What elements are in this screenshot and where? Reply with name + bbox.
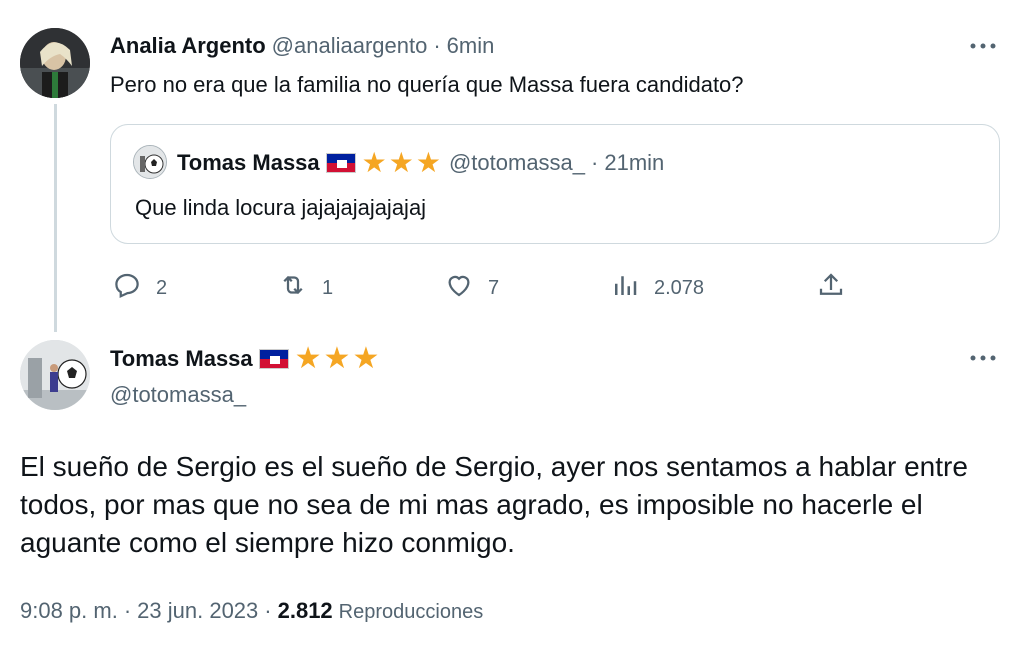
analytics-icon bbox=[610, 270, 640, 306]
main-tweet-text: El sueño de Sergio es el sueño de Sergio… bbox=[20, 451, 968, 558]
main-author-handle[interactable]: @totomassa_ bbox=[110, 382, 246, 408]
retweet-icon bbox=[278, 270, 308, 306]
reply-timestamp[interactable]: 6min bbox=[447, 33, 495, 59]
views-button[interactable]: 2.078 bbox=[610, 270, 704, 306]
haiti-flag-icon bbox=[258, 349, 289, 369]
quoted-author-avatar bbox=[133, 145, 167, 179]
tweet-date[interactable]: 23 jun. 2023 bbox=[137, 598, 258, 624]
share-icon bbox=[816, 270, 846, 306]
like-button[interactable]: 7 bbox=[444, 270, 499, 306]
reply-tweet-text: Pero no era que la familia no quería que… bbox=[110, 72, 744, 97]
haiti-flag-icon bbox=[325, 153, 356, 173]
reply-count: 2 bbox=[156, 276, 168, 299]
more-options-icon[interactable] bbox=[968, 30, 998, 58]
reply-author-name[interactable]: Analia Argento bbox=[110, 33, 266, 59]
like-count: 7 bbox=[488, 276, 500, 299]
views-label: Reproducciones bbox=[338, 601, 484, 623]
reply-separator: · bbox=[433, 33, 441, 58]
views-count: 2.078 bbox=[654, 276, 705, 299]
heart-icon bbox=[444, 270, 474, 306]
reply-tweet-header: Analia Argento @analiaargento · 6min bbox=[110, 33, 494, 59]
quoted-tweet-header: Tomas Massa ★★★ @totomassa_ · 21min bbox=[177, 149, 664, 177]
quoted-separator: · bbox=[591, 150, 599, 175]
meta-separator: · bbox=[264, 598, 272, 623]
tweet-time[interactable]: 9:08 p. m. bbox=[20, 598, 118, 624]
reply-button[interactable]: 2 bbox=[112, 270, 167, 306]
main-tweet-header: Tomas Massa ★★★ bbox=[110, 344, 381, 374]
thread-connector-line bbox=[54, 104, 57, 332]
retweet-count: 1 bbox=[322, 276, 334, 299]
more-options-icon[interactable] bbox=[968, 342, 998, 370]
quoted-tweet-card[interactable]: Tomas Massa ★★★ @totomassa_ · 21min Que … bbox=[110, 124, 1000, 244]
quoted-author-name: Tomas Massa bbox=[177, 150, 320, 175]
tweet-metadata: 9:08 p. m. · 23 jun. 2023 · 2.812 Reprod… bbox=[20, 598, 483, 624]
reply-icon bbox=[112, 270, 142, 306]
share-button[interactable] bbox=[816, 270, 846, 306]
quoted-tweet-text: Que linda locura jajajajajajajaj bbox=[135, 195, 427, 220]
main-author-name[interactable]: Tomas Massa bbox=[110, 346, 253, 372]
meta-separator: · bbox=[123, 598, 132, 623]
reply-author-handle[interactable]: @analiaargento bbox=[272, 33, 428, 59]
avatar-tomas-massa[interactable] bbox=[20, 340, 90, 410]
quoted-timestamp: 21min bbox=[604, 150, 665, 175]
stars-icon: ★★★ bbox=[361, 147, 443, 178]
views-total: 2.812 bbox=[277, 598, 333, 623]
avatar-analia-argento[interactable] bbox=[20, 28, 90, 98]
retweet-button[interactable]: 1 bbox=[278, 270, 333, 306]
quoted-author-handle: @totomassa_ bbox=[448, 150, 586, 175]
stars-icon: ★★★ bbox=[294, 342, 382, 375]
